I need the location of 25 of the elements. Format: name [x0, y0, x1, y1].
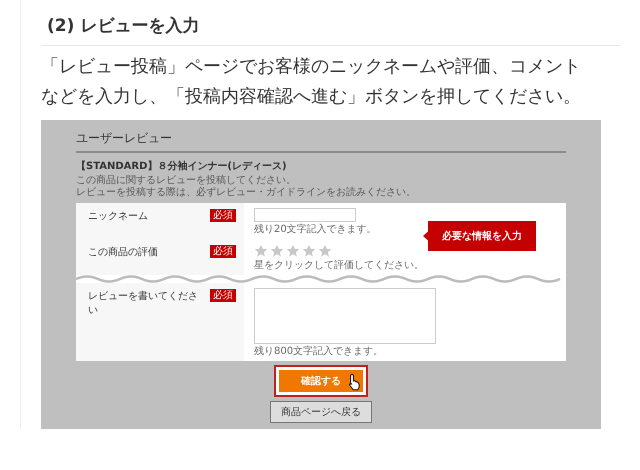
back-button[interactable]: 商品ページへ戻る	[270, 401, 372, 423]
note-text: レビューを投稿する際は、必ずレビュー・ガイドラインをお読みください。	[76, 187, 417, 199]
field-hint: 残り20文字記入できます。	[254, 224, 377, 236]
callout: 必要な情報を入力	[423, 221, 536, 251]
star-icon[interactable]	[254, 244, 268, 258]
required-badge: 必須	[210, 289, 236, 302]
product-name: 【STANDARD】８分袖インナー(レディース)	[76, 160, 288, 173]
star-icon[interactable]	[270, 244, 284, 258]
field-label: この商品の評価	[88, 246, 158, 259]
section-heading: (2) レビューを入力	[41, 8, 620, 46]
hand-cursor-icon	[348, 373, 362, 391]
star-icon[interactable]	[302, 244, 316, 258]
page-title: ユーザーレビュー	[76, 126, 566, 153]
review-field[interactable]	[254, 288, 436, 344]
required-badge: 必須	[210, 245, 236, 258]
note-text: この商品に関するレビューを投稿してください。	[76, 175, 297, 186]
instruction-text: 「レビュー投稿」ページでお客様のニックネームや評価、コメントなどを入力し、「投稿内容確認へ進む」ボタンを押してください。	[41, 55, 582, 109]
field-hint: 残り800文字記入できます。	[254, 346, 384, 358]
field-hint: 星をクリックして評価してください。	[254, 260, 424, 272]
required-badge: 必須	[210, 209, 236, 222]
star-icon[interactable]	[318, 244, 332, 258]
field-label: レビューを書いてください	[88, 290, 199, 317]
field-label: ニックネーム	[88, 210, 148, 223]
star-icon[interactable]	[286, 244, 300, 258]
nickname-field[interactable]	[254, 208, 356, 222]
